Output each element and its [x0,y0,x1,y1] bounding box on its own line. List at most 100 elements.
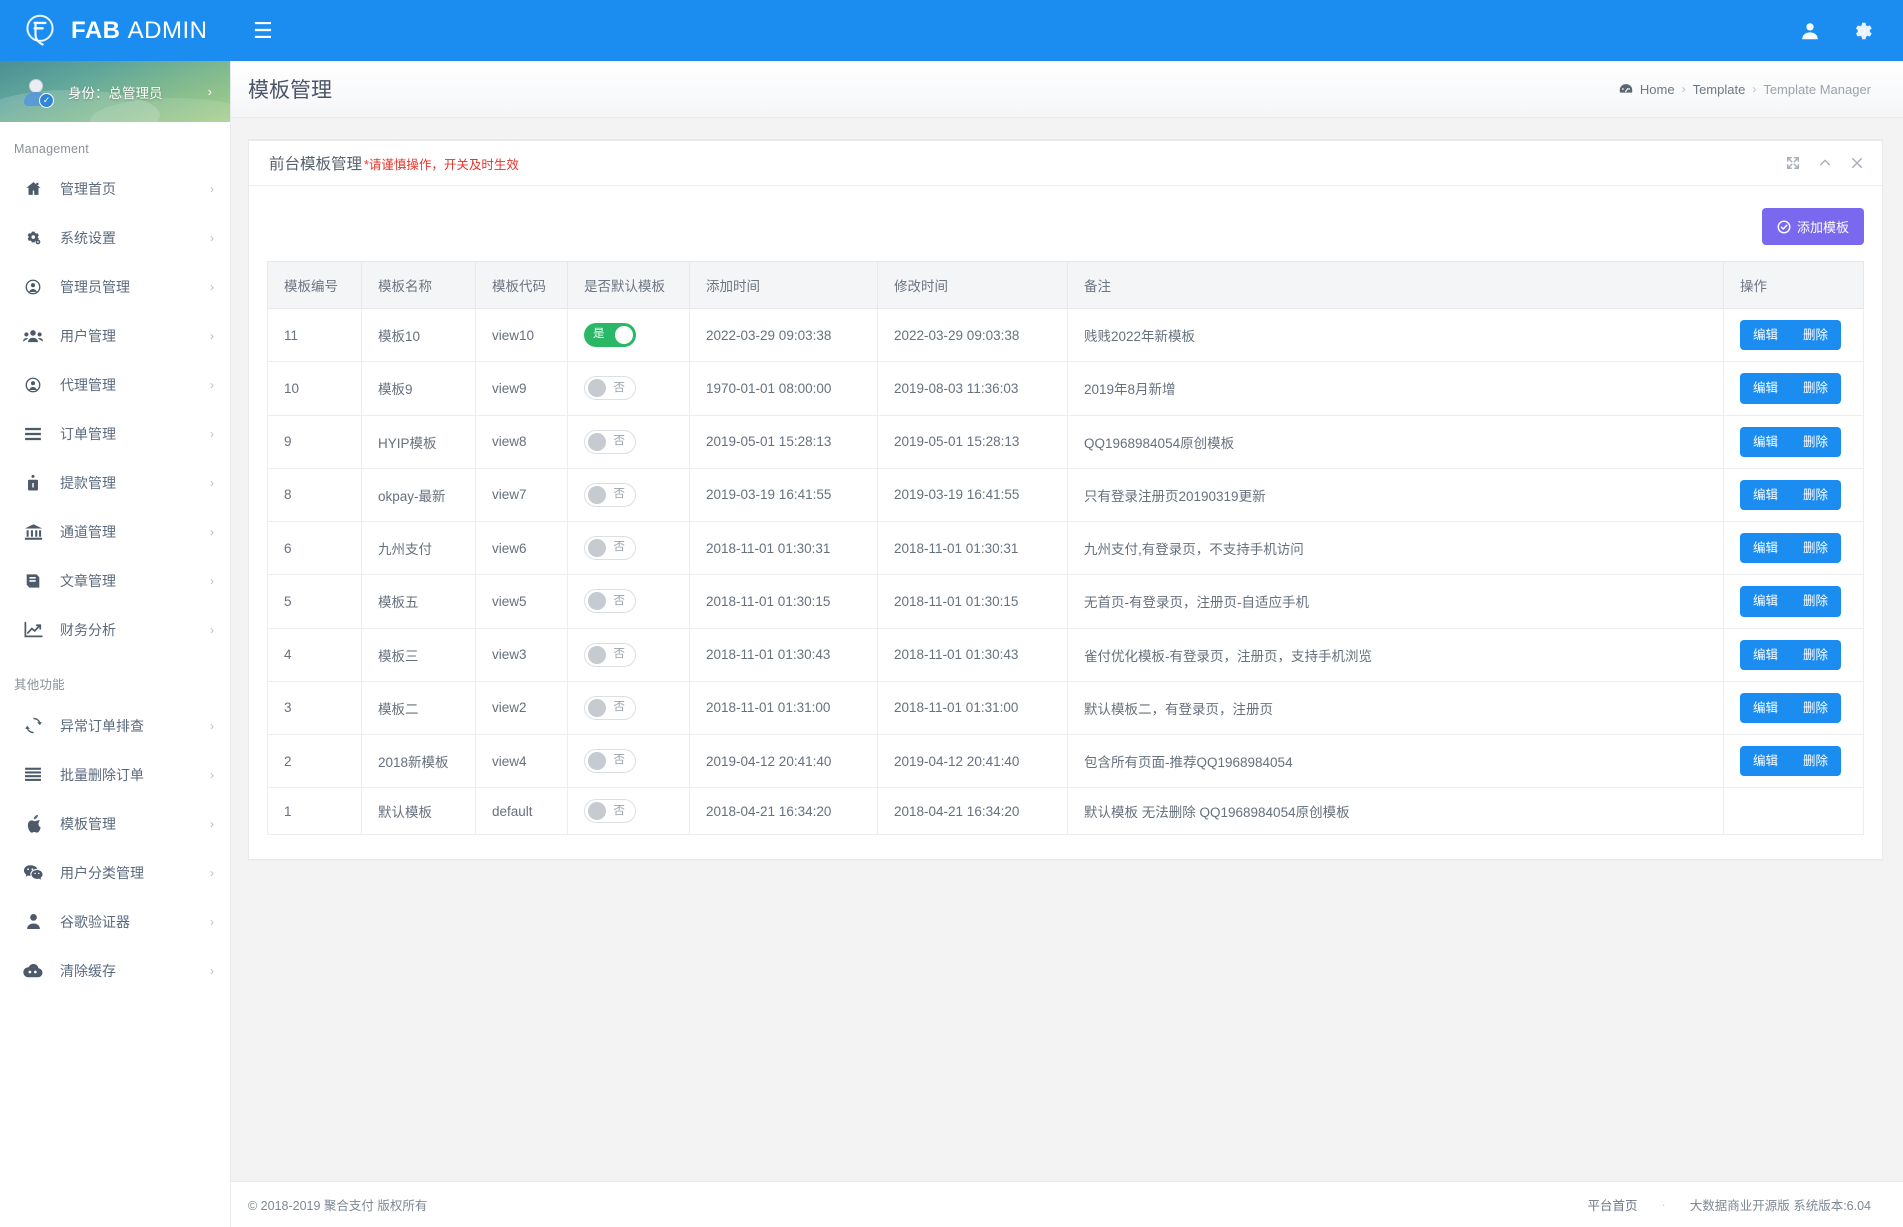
cell-note: 九州支付,有登录页，不支持手机访问 [1067,520,1724,576]
sidebar-item-google-authenticator[interactable]: 谷歌验证器 › [0,897,230,946]
cell-id: 5 [267,574,362,629]
sidebar-item-clear-cache[interactable]: 清除缓存 › [0,946,230,995]
close-icon[interactable] [1850,156,1864,170]
cell-modified: 2018-04-21 16:34:20 [877,787,1068,836]
edit-button[interactable]: 编辑 [1740,426,1792,457]
cell-id: 11 [267,307,362,363]
default-template-toggle[interactable]: 否 [584,429,636,454]
cell-actions: 编辑 删除 [1723,467,1864,523]
column-header-id: 模板编号 [267,261,362,309]
delete-button[interactable]: 删除 [1791,479,1842,510]
topbar-actions [1799,20,1903,42]
chevron-right-icon: › [210,573,214,588]
sidebar-item-withdraw-management[interactable]: 提款管理 › [0,458,230,507]
sidebar-item-admin-management[interactable]: 管理员管理 › [0,262,230,311]
sidebar-item-agent-management[interactable]: 代理管理 › [0,360,230,409]
cell-actions: 编辑 删除 [1723,361,1864,416]
cell-added: 2019-03-19 16:41:55 [689,467,878,523]
profile-label: 身份：总管理员 [68,85,163,101]
sidebar-item-system-settings[interactable]: 系统设置 › [0,213,230,262]
default-template-toggle[interactable]: 否 [584,749,636,774]
sidebar-item-abnormal-order-check[interactable]: 异常订单排查 › [0,701,230,750]
breadcrumb-item-template[interactable]: Template [1693,82,1746,97]
expand-icon[interactable] [1786,156,1800,170]
collapse-icon[interactable] [1818,156,1832,170]
sidebar-item-channel-management[interactable]: 通道管理 › [0,507,230,556]
toggle-knob [588,592,606,611]
default-template-toggle[interactable]: 否 [584,642,636,667]
sidebar-item-article-management[interactable]: 文章管理 › [0,556,230,605]
edit-button[interactable]: 编辑 [1740,373,1792,404]
edit-button[interactable]: 编辑 [1740,479,1792,510]
cell-code: view2 [475,680,568,736]
delete-button[interactable]: 删除 [1791,320,1842,351]
default-template-toggle[interactable]: 否 [584,695,636,720]
cell-id: 8 [267,467,362,523]
edit-button[interactable]: 编辑 [1740,746,1792,777]
toggle-knob [588,485,606,504]
sidebar-item-order-management[interactable]: 订单管理 › [0,409,230,458]
cell-code: default [475,787,568,836]
dashboard-icon [1619,82,1633,96]
edit-button[interactable]: 编辑 [1740,533,1792,564]
sidebar-item-template-management[interactable]: 模板管理 › [0,799,230,848]
brand[interactable]: FAB ADMIN [0,0,231,61]
brand-light: ADMIN [127,16,208,44]
cell-name: 模板三 [361,627,476,682]
chevron-right-icon: › [210,963,214,978]
chevron-right-icon: › [210,181,214,196]
delete-button[interactable]: 删除 [1791,373,1842,404]
table-row: 11 模板10 view10 是 2022-03-29 09:03:38 2022-03-… [267,307,1864,363]
footer-home-link[interactable]: 平台首页 [1588,1195,1638,1214]
table-row: 8 okpay-最新 view7 否 2019-03-19 16:41:55 2019-0… [267,467,1864,523]
sidebar-item-label: 清除缓存 [60,962,116,979]
edit-button[interactable]: 编辑 [1740,586,1792,617]
sidebar-item-dashboard[interactable]: 管理首页 › [0,164,230,213]
delete-button[interactable]: 删除 [1791,746,1842,777]
sidebar-item-user-management[interactable]: 用户管理 › [0,311,230,360]
cell-modified: 2022-03-29 09:03:38 [877,307,1068,363]
delete-button[interactable]: 删除 [1791,692,1842,723]
edit-button[interactable]: 编辑 [1740,320,1792,351]
toggle-label: 是 [593,328,605,341]
panel-body: 添加模板 模板编号 模板名称 模板代码 是否默认模板 添加时间 修改时间 备注 … [249,186,1882,859]
cell-actions: 编辑 删除 [1723,733,1864,789]
breadcrumb-item-home[interactable]: Home [1640,82,1675,97]
default-template-toggle[interactable]: 是 [584,323,636,348]
default-template-toggle[interactable]: 否 [584,536,636,561]
toggle-label: 否 [613,804,626,817]
user-icon[interactable] [1799,20,1821,42]
sidebar-item-label: 系统设置 [60,229,116,246]
delete-button[interactable]: 删除 [1791,639,1842,670]
default-template-toggle[interactable]: 否 [584,376,636,401]
cell-code: view10 [475,307,568,363]
chevron-right-icon: › [210,816,214,831]
cell-code: view6 [475,520,568,576]
sidebar-profile[interactable]: ✓ 身份：总管理员 › [0,61,230,122]
delete-button[interactable]: 删除 [1791,586,1842,617]
cell-actions: 编辑 删除 [1723,414,1864,469]
sidebar-item-label: 管理首页 [60,180,116,197]
edit-button[interactable]: 编辑 [1740,692,1792,723]
edit-button[interactable]: 编辑 [1740,639,1792,670]
sidebar-item-bulk-delete-orders[interactable]: 批量删除订单 › [0,750,230,799]
delete-button[interactable]: 删除 [1791,533,1842,564]
delete-button[interactable]: 删除 [1791,426,1842,457]
default-template-toggle[interactable]: 否 [584,589,636,614]
sidebar-item-user-category-management[interactable]: 用户分类管理 › [0,848,230,897]
sidebar-item-financial-analysis[interactable]: 财务分析 › [0,605,230,654]
default-template-toggle[interactable]: 否 [584,482,636,507]
sidebar-section-title-management: Management [14,142,89,156]
toggle-knob [588,379,606,398]
gear-icon[interactable] [1851,20,1873,42]
toggle-label: 否 [613,541,626,554]
toggle-knob [588,539,606,558]
panel-title: 前台模板管理 [269,156,363,173]
default-template-toggle[interactable]: 否 [584,799,636,824]
cell-added: 2018-04-21 16:34:20 [689,787,878,836]
table-row: 9 HYIP模板 view8 否 2019-05-01 15:28:13 2019-05-… [267,414,1864,469]
cell-note: 默认模板二，有登录页，注册页 [1067,680,1724,736]
hamburger-icon[interactable]: ☰ [253,19,273,42]
toggle-knob [588,432,606,451]
add-template-button[interactable]: 添加模板 [1761,208,1864,245]
